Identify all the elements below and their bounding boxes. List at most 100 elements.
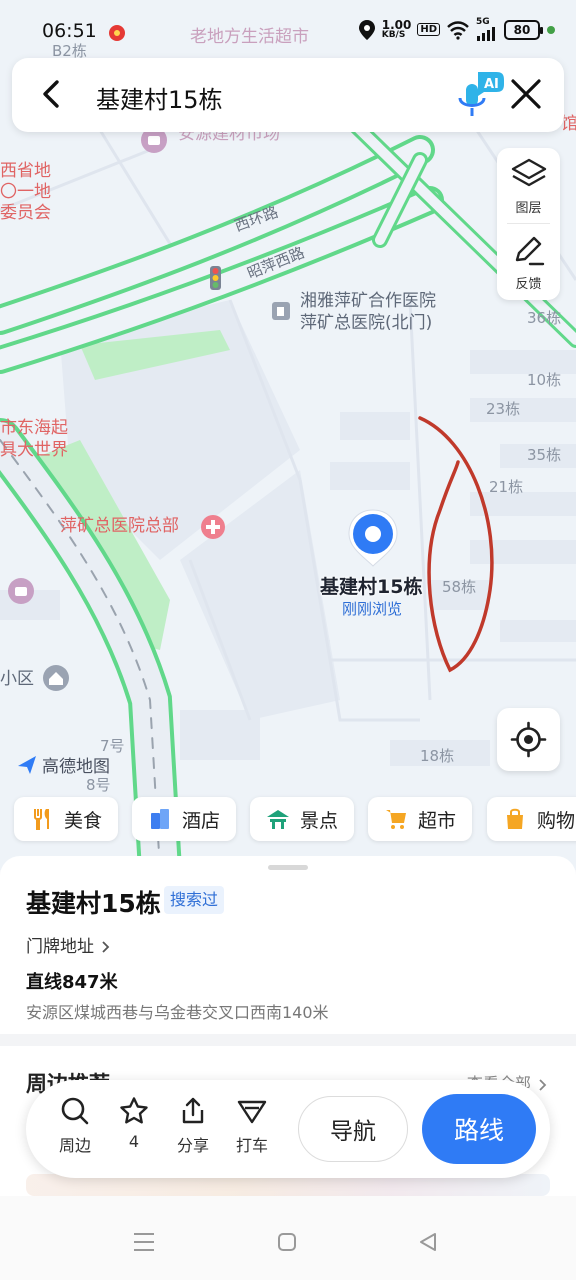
back-nav-icon[interactable] — [418, 1232, 438, 1252]
status-bar: 06:51 1.00 KB/S HD 5G 80 — [0, 0, 576, 58]
home-icon[interactable] — [277, 1232, 297, 1252]
share-label: 分享 — [176, 1136, 209, 1155]
chip-supermarket[interactable]: 超市 — [368, 797, 472, 841]
chip-label: 景点 — [300, 809, 339, 832]
building-label: 58栋 — [442, 578, 477, 596]
status-time: 06:51 — [42, 20, 97, 42]
layers-button[interactable]: 图层 — [497, 148, 560, 222]
residential-icon — [43, 665, 69, 691]
back-icon[interactable] — [32, 74, 72, 114]
dot-icon — [547, 25, 555, 34]
map-label: 西省地 — [0, 161, 51, 181]
sheet-drag-handle[interactable] — [268, 865, 308, 870]
share-button[interactable]: 分享 — [166, 1096, 220, 1162]
navigate-label: 导航 — [330, 1119, 376, 1145]
map-label: 〇一地 — [0, 182, 51, 202]
taxi-label: 打车 — [235, 1136, 268, 1155]
supermarket-icon — [386, 810, 406, 829]
battery-level: 80 — [513, 22, 531, 37]
navigate-button[interactable]: 导航 — [298, 1096, 408, 1162]
scenic-icon — [267, 810, 289, 829]
system-nav-bar — [0, 1196, 576, 1280]
edit-feedback-icon — [515, 236, 545, 266]
hd-badge: HD — [417, 23, 440, 36]
chip-label: 酒店 — [182, 809, 221, 832]
favorite-button[interactable]: 4 — [107, 1096, 161, 1162]
map-label: 委员会 — [0, 203, 51, 223]
voice-ai-button[interactable]: AI — [452, 68, 508, 122]
map-label: 具大世界 — [0, 440, 68, 460]
marker-title[interactable]: 基建村15栋 — [320, 572, 422, 599]
taxi-icon — [237, 1100, 267, 1124]
wifi-icon — [447, 20, 469, 40]
chip-hotel[interactable]: 酒店 — [132, 797, 236, 841]
favorite-count: 4 — [128, 1132, 140, 1151]
battery-icon: 80 — [504, 19, 543, 40]
building-label: 18栋 — [420, 747, 455, 765]
layers-icon — [511, 158, 547, 187]
hotel-icon — [151, 809, 169, 829]
amap-logo-text: 高德地图 — [42, 757, 110, 777]
map-tools-panel: 图层 反馈 — [497, 148, 560, 300]
amap-logo-icon — [18, 755, 36, 774]
location-marker[interactable] — [345, 508, 401, 568]
route-button[interactable]: 路线 — [422, 1094, 536, 1164]
net-speed: 1.00 KB/S — [382, 19, 412, 40]
chip-label: 超市 — [418, 809, 457, 832]
building-label: 23栋 — [486, 400, 521, 418]
map-label: 小区 — [0, 669, 34, 689]
building-label: 21栋 — [489, 478, 524, 496]
close-icon[interactable] — [508, 76, 544, 112]
net-speed-unit: KB/S — [381, 30, 406, 40]
share-icon — [182, 1097, 204, 1124]
map-label: 市东海起 — [0, 418, 68, 438]
traffic-light-icon — [210, 266, 221, 290]
map-label: 萍矿总医院总部 — [60, 516, 179, 536]
house-number-link[interactable]: 门牌地址 — [26, 932, 111, 957]
building-label: 10栋 — [527, 371, 562, 389]
ai-badge: AI — [484, 77, 499, 92]
shopping-icon — [507, 808, 523, 829]
distance-text: 直线847米 — [26, 972, 118, 993]
address-text: 安源区煤城西巷与乌金巷交叉口西南140米 — [26, 1003, 329, 1022]
search-icon — [61, 1097, 89, 1125]
app-notification-icon — [109, 25, 125, 41]
food-icon — [34, 809, 49, 830]
map-label: 萍矿总医院(北门) — [300, 313, 433, 333]
signal-icon — [477, 27, 495, 41]
chip-label: 购物 — [537, 809, 576, 832]
taxi-button[interactable]: 打车 — [225, 1096, 279, 1162]
category-chips: 美食 酒店 景点 超市 购物 — [0, 797, 576, 843]
chip-scenic[interactable]: 景点 — [250, 797, 354, 841]
chevron-right-icon — [539, 1078, 547, 1091]
chip-food[interactable]: 美食 — [14, 797, 118, 841]
shop-icon — [8, 578, 34, 604]
voice-ai-icon — [458, 72, 504, 116]
map-label: 湘雅萍矿合作医院 — [300, 291, 436, 311]
section-divider — [0, 1034, 576, 1046]
hospital-entrance-icon — [272, 302, 290, 320]
map-label: 8号 — [86, 776, 111, 794]
crosshair-icon — [510, 721, 547, 758]
building-label: 35栋 — [527, 446, 562, 464]
chevron-right-icon — [102, 941, 110, 953]
search-query[interactable]: 基建村15栋 — [96, 80, 223, 115]
marker-subtitle: 刚刚浏览 — [342, 600, 403, 618]
search-bar: 基建村15栋 AI — [12, 58, 564, 132]
action-bar: 周边 4 分享 打车 导航 路线 — [26, 1080, 550, 1178]
building-label: 36栋 — [527, 309, 562, 327]
menu-icon[interactable] — [133, 1232, 155, 1252]
locate-me-button[interactable] — [497, 708, 560, 771]
amap-logo: 高德地图 — [16, 752, 110, 777]
chip-label: 美食 — [64, 809, 103, 832]
feedback-button[interactable]: 反馈 — [497, 224, 560, 298]
feedback-label: 反馈 — [515, 277, 542, 292]
location-icon — [358, 19, 375, 40]
nearby-button[interactable]: 周边 — [48, 1096, 102, 1162]
searched-badge: 搜索过 — [164, 886, 225, 914]
signal: 5G — [476, 18, 498, 41]
star-icon — [120, 1097, 148, 1124]
chip-shopping[interactable]: 购物 — [487, 797, 576, 841]
network-type: 5G — [476, 17, 490, 27]
status-icons: 1.00 KB/S HD 5G 80 — [358, 18, 556, 41]
